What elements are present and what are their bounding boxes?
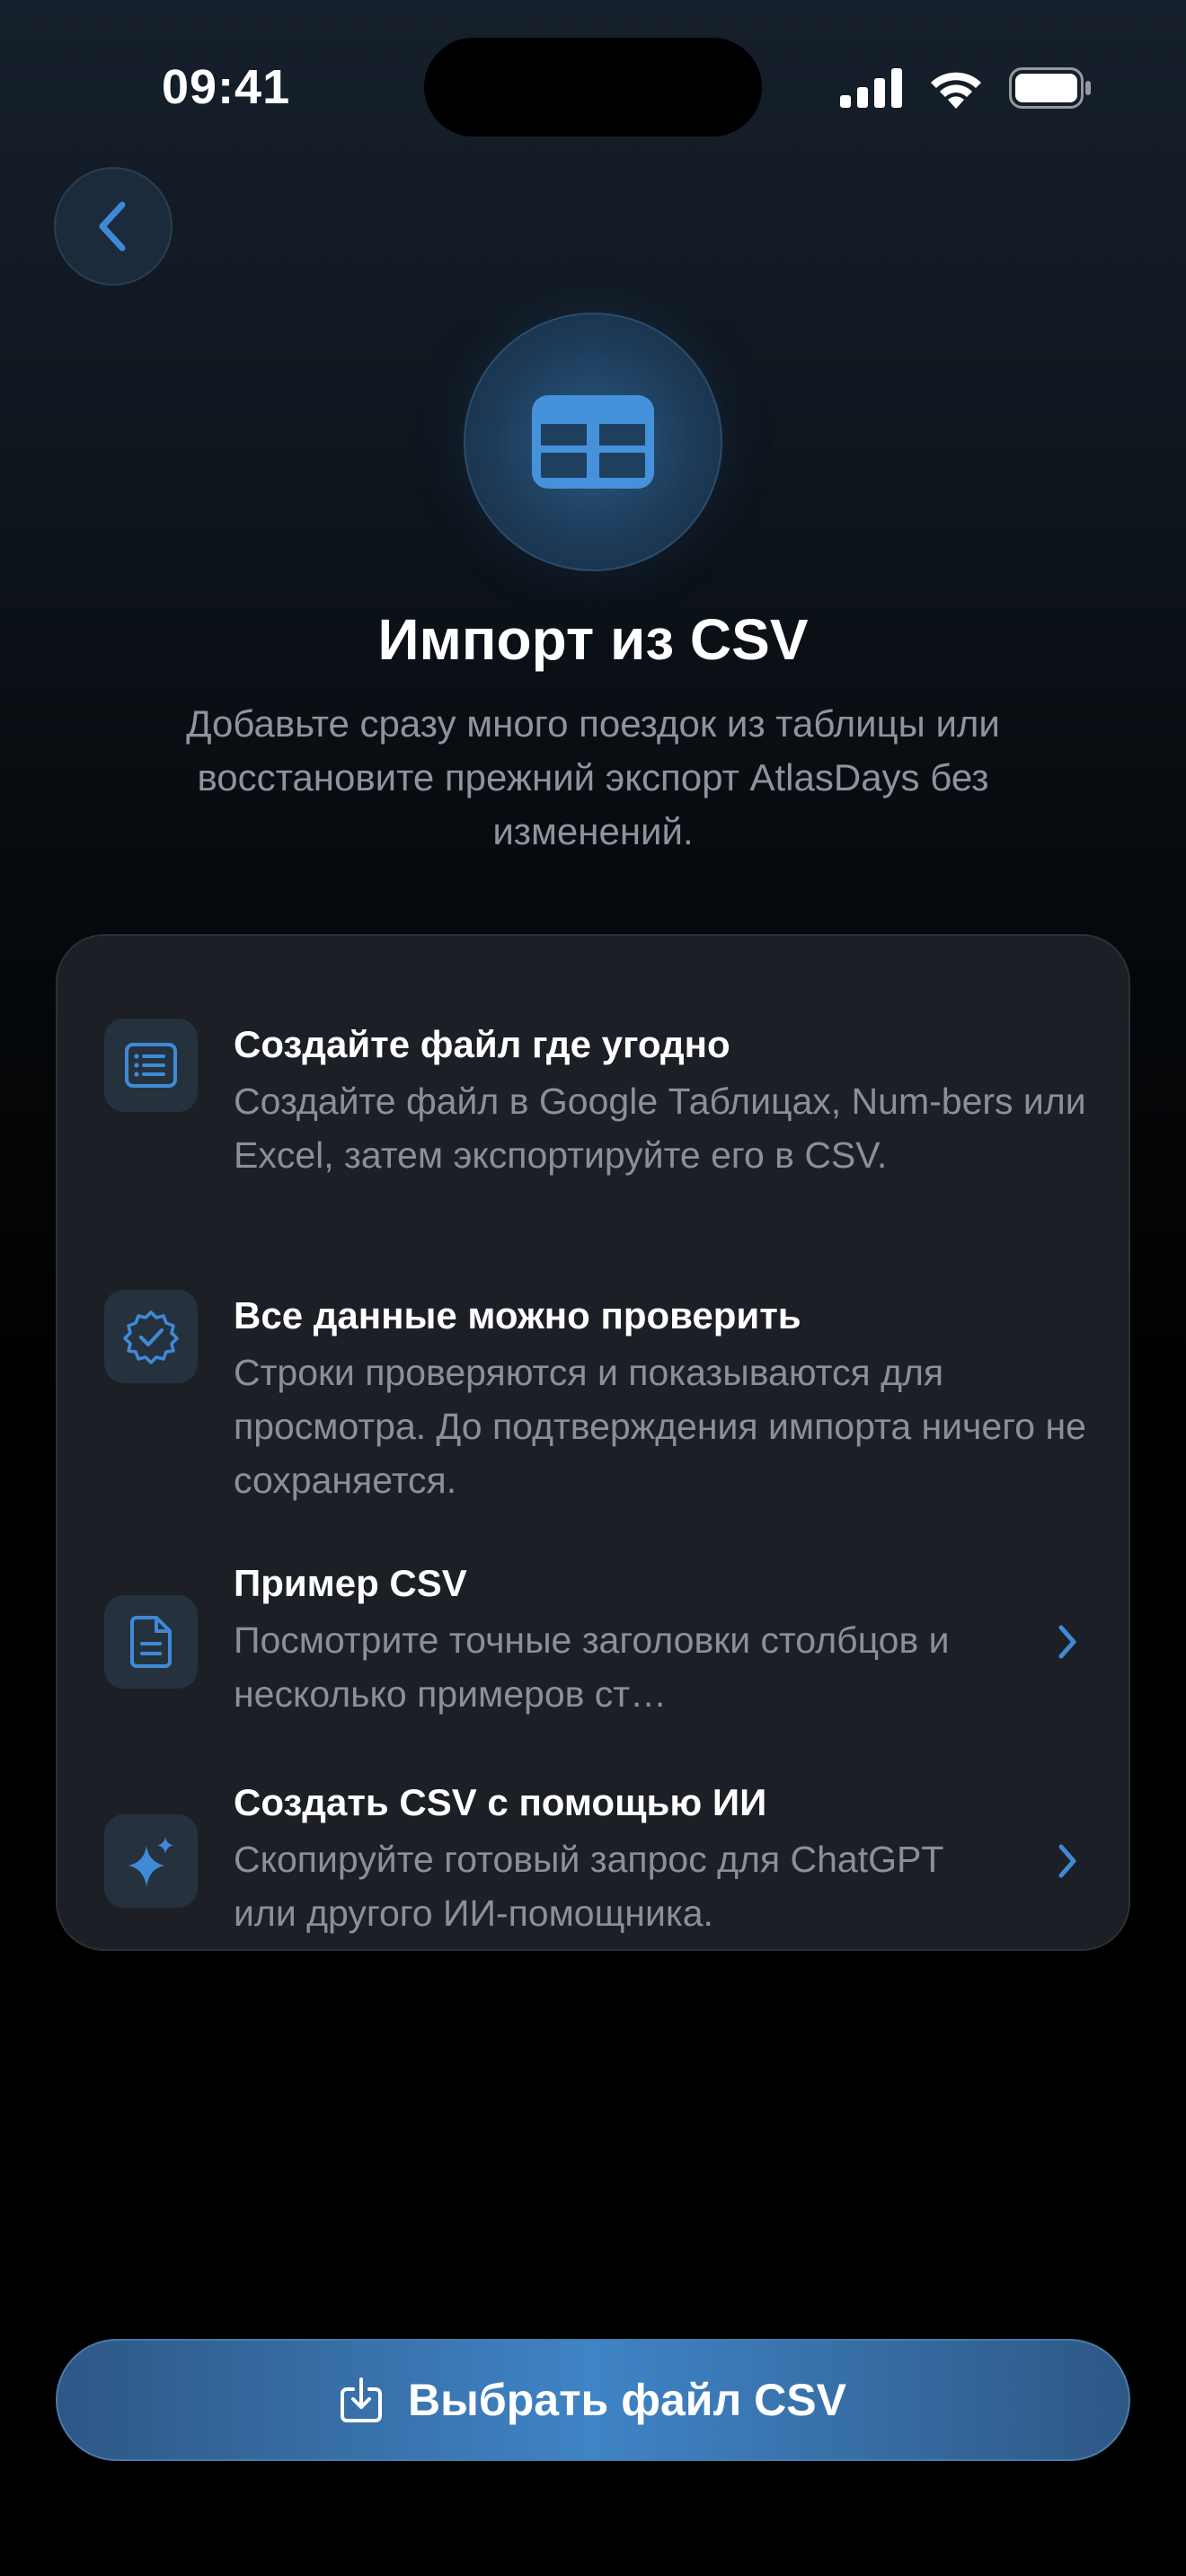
tray-download-icon	[341, 2378, 383, 2422]
chevron-right-icon	[1049, 1834, 1085, 1888]
info-card: Создайте файл где угодно Создайте файл в…	[56, 934, 1130, 1951]
checkmark-seal-icon	[123, 1310, 179, 1364]
hero-table-badge	[464, 313, 722, 571]
feature-text: Пример CSV Посмотрите точные заголовки с…	[234, 1559, 1096, 1721]
feature-icon-container	[104, 1290, 198, 1383]
feature-text: Все данные можно проверить Строки провер…	[234, 1292, 1096, 1507]
feature-title: Пример CSV	[234, 1562, 467, 1604]
feature-row-create-anywhere: Создайте файл где угодно Создайте файл в…	[58, 981, 1128, 1205]
feature-icon-container	[104, 1814, 198, 1908]
battery-icon	[1009, 67, 1091, 109]
table-icon	[532, 395, 654, 489]
feature-title: Создайте файл где угодно	[234, 1023, 730, 1065]
page-title: Импорт из CSV	[377, 607, 809, 672]
wifi-icon	[931, 72, 981, 109]
feature-title: Создать CSV с помощью ИИ	[234, 1781, 767, 1823]
feature-title: Все данные можно проверить	[234, 1294, 801, 1337]
cellular-signal-icon	[840, 68, 902, 108]
page-subtitle: Добавьте сразу много поездок из таблицы …	[186, 702, 1000, 852]
dynamic-island	[424, 38, 762, 137]
chevron-right-icon	[1049, 1615, 1085, 1669]
feature-icon-container	[104, 1019, 198, 1112]
chevron-left-icon	[99, 201, 126, 251]
feature-row-ai-csv[interactable]: Создать CSV с помощью ИИ Скопируйте гото…	[58, 1742, 1128, 1934]
feature-row-verify: Все данные можно проверить Строки провер…	[58, 1252, 1128, 1501]
status-icons	[840, 63, 1092, 113]
choose-csv-file-button[interactable]: Выбрать файл CSV	[56, 2339, 1130, 2461]
feature-description: Посмотрите точные заголовки столбцов и н…	[234, 1619, 950, 1715]
feature-description: Создайте файл в Google Таблицах, Num-ber…	[234, 1081, 1086, 1176]
feature-description: Строки проверяются и показываются для пр…	[234, 1352, 1086, 1501]
document-icon	[130, 1616, 172, 1668]
feature-text: Создайте файл где угодно Создайте файл в…	[234, 1020, 1096, 1182]
list-document-icon	[125, 1043, 177, 1088]
feature-icon-container	[104, 1595, 198, 1689]
feature-row-csv-example[interactable]: Пример CSV Посмотрите точные заголовки с…	[58, 1523, 1128, 1715]
feature-text: Создать CSV с помощью ИИ Скопируйте гото…	[234, 1778, 1096, 1940]
sparkles-icon	[128, 1837, 173, 1887]
choose-csv-file-label: Выбрать файл CSV	[408, 2375, 846, 2425]
feature-description: Скопируйте готовый запрос для ChatGPT ил…	[234, 1839, 943, 1934]
back-button[interactable]	[54, 167, 173, 286]
status-time: 09:41	[162, 60, 291, 114]
